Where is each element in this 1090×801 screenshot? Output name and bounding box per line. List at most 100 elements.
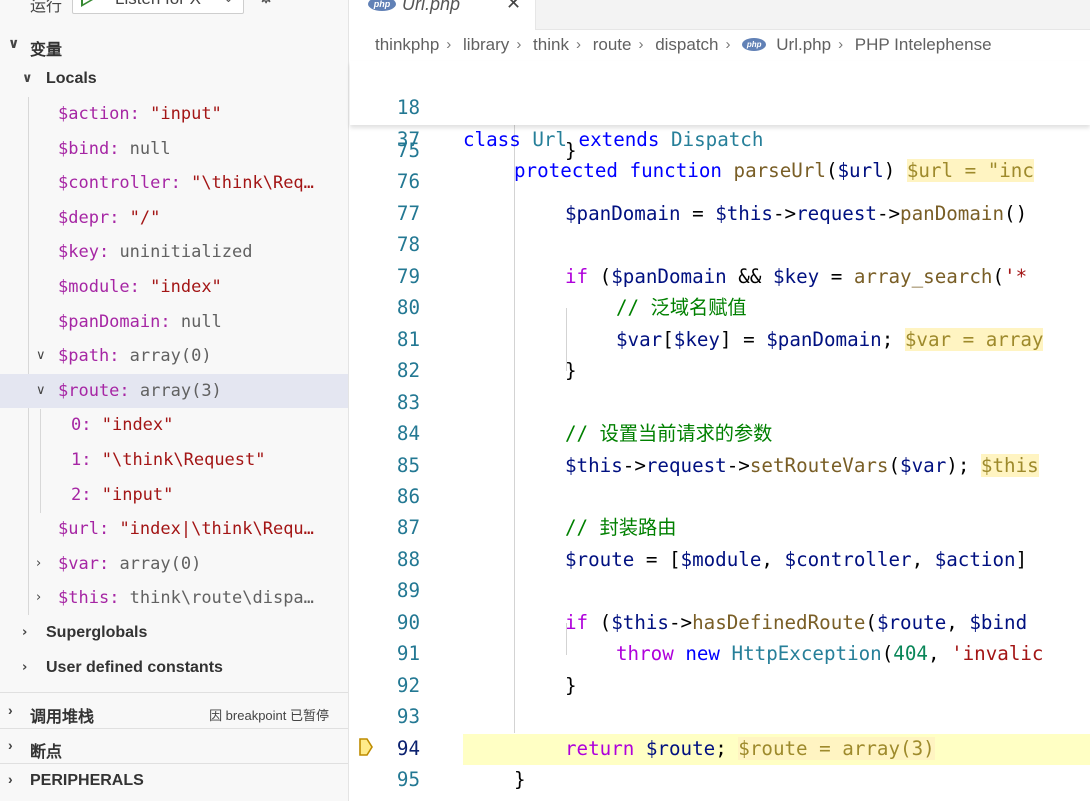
debug-sidebar: 运行 Listen for X ⌄ ⚙ ··· ∨ 变量 ∨ Locals $a…: [0, 0, 349, 801]
breadcrumb-item[interactable]: library: [463, 35, 509, 55]
breadcrumb-item[interactable]: Url.php: [776, 35, 831, 55]
line-number: 80: [396, 296, 420, 320]
variable-row[interactable]: $module: "index": [0, 270, 348, 305]
breadcrumb-item[interactable]: thinkphp: [375, 35, 439, 55]
sticky-line[interactable]: 18 class Url extends Dispatch: [350, 61, 1090, 150]
chevron-right-icon: ›: [8, 771, 13, 787]
line-number: 87: [396, 516, 420, 540]
sticky-scroll-header: 18 class Url extends Dispatch 37 protect…: [350, 61, 1090, 183]
variable-entry: $var: array(0): [58, 553, 202, 574]
breakpoints-section-header[interactable]: › 断点: [0, 730, 348, 764]
code-line[interactable]: 90 if ($this->hasDefinedRoute($route, $bi…: [350, 607, 1090, 638]
code-line[interactable]: 86: [350, 481, 1090, 512]
code-line[interactable]: 92}: [350, 670, 1090, 701]
variable-entry: $depr: "/": [58, 207, 161, 228]
section-divider: [0, 692, 348, 693]
code-line[interactable]: 78: [350, 229, 1090, 260]
breadcrumb-item[interactable]: dispatch: [655, 35, 718, 55]
variable-entry: 1: "\think\Request": [71, 450, 266, 470]
code-line[interactable]: 89: [350, 575, 1090, 606]
code-line[interactable]: 85 $this->request->setRouteVars($var); $t…: [350, 450, 1090, 481]
variable-row[interactable]: 0: "index": [0, 408, 348, 443]
variable-value: array(3): [139, 380, 222, 401]
code-line[interactable]: 79 if ($panDomain && $key = array_search(…: [350, 261, 1090, 292]
breadcrumb-item[interactable]: route: [593, 35, 632, 55]
variable-row[interactable]: › $this: think\route\dispa…: [0, 581, 348, 616]
code-line[interactable]: 81 $var[$key] = $panDomain; $var = array: [350, 324, 1090, 355]
variable-row[interactable]: $key: uninitialized: [0, 235, 348, 270]
chevron-right-icon: ›: [638, 36, 644, 54]
user-constants-scope[interactable]: › User defined constants: [0, 651, 348, 686]
variable-value: array(0): [129, 346, 212, 367]
peripherals-section-header[interactable]: › PERIPHERALS: [0, 764, 348, 798]
variable-entry: $panDomain: null: [58, 311, 222, 332]
variable-entry: $key: uninitialized: [58, 242, 253, 263]
variable-row[interactable]: $depr: "/": [0, 201, 348, 236]
variable-row[interactable]: $bind: null: [0, 132, 348, 167]
code-text: }: [514, 768, 526, 791]
code-line[interactable]: 84 // 设置当前请求的参数: [350, 418, 1090, 449]
variable-name: $this: [58, 588, 110, 609]
section-divider: [0, 728, 348, 729]
gear-icon[interactable]: ⚙: [258, 0, 274, 8]
code-text: throw new HttpException(404, 'invalic: [616, 642, 1044, 666]
breadcrumb-item[interactable]: think: [533, 35, 569, 55]
code-line[interactable]: 77 $panDomain = $this->request->panDomain…: [350, 198, 1090, 229]
editor-tab-bar: php Url.php ✕: [350, 0, 1090, 30]
line-number: 84: [396, 422, 420, 446]
line-number: 92: [396, 673, 420, 697]
variable-row[interactable]: 2: "input": [0, 478, 348, 513]
variable-name: $key: [58, 242, 99, 263]
chevron-right-icon: ›: [725, 36, 731, 54]
chevron-right-icon: ›: [36, 590, 42, 606]
start-debugging-icon[interactable]: [81, 0, 93, 7]
variable-value: "/": [129, 207, 161, 228]
chevron-right-icon: ›: [22, 660, 28, 675]
peripherals-title: PERIPHERALS: [30, 772, 144, 789]
code-line[interactable]: 87 // 封装路由: [350, 512, 1090, 543]
variable-entry: $url: "index|\think\Requ…: [58, 519, 314, 540]
tab-url-php[interactable]: php Url.php ✕: [350, 0, 536, 30]
variables-section-header[interactable]: ∨ 变量: [0, 28, 348, 62]
variable-row[interactable]: $panDomain: null: [0, 305, 348, 340]
code-line[interactable]: 83: [350, 387, 1090, 418]
variable-row[interactable]: ∨ $route: array(3): [0, 373, 348, 409]
variable-row[interactable]: 1: "\think\Request": [0, 443, 348, 478]
sticky-code: class Url extends Dispatch: [463, 127, 764, 151]
breadcrumb-item[interactable]: PHP Intelephense: [855, 35, 992, 55]
close-icon[interactable]: ✕: [506, 0, 521, 14]
variable-row[interactable]: › $var: array(0): [0, 547, 348, 582]
code-line[interactable]: 80 // 泛域名赋值: [350, 292, 1090, 323]
sticky-line[interactable]: 37 protected function parseUrl($url) $ur…: [350, 92, 1090, 183]
superglobals-scope[interactable]: › Superglobals: [0, 616, 348, 651]
locals-scope[interactable]: ∨ Locals: [0, 62, 348, 97]
variable-row[interactable]: ∨ $path: array(0): [0, 339, 348, 374]
code-line[interactable]: 93: [350, 701, 1090, 732]
variable-row[interactable]: $action: "input": [0, 97, 348, 132]
sticky-code: protected function parseUrl($url) $url =…: [514, 159, 1034, 183]
code-line[interactable]: 94 return $route; $route = array(3): [350, 733, 1090, 764]
chevron-right-icon: ›: [22, 625, 28, 640]
variables-title: 变量: [30, 42, 63, 59]
variable-name: $panDomain: [58, 311, 161, 332]
callstack-section-header[interactable]: › 调用堆栈 因 breakpoint 已暂停: [0, 695, 348, 729]
chevron-down-icon[interactable]: ⌄: [223, 0, 234, 6]
chevron-down-icon: ∨: [36, 382, 46, 398]
code-text: $route = [$module, $controller, $action]: [565, 547, 1028, 571]
variable-row[interactable]: $url: "index|\think\Requ…: [0, 512, 348, 547]
variable-value: "index": [101, 415, 174, 436]
code-line[interactable]: 95}: [350, 764, 1090, 795]
code-text: $this->request->setRouteVars($var); $thi…: [565, 453, 1039, 477]
more-icon[interactable]: ···: [300, 0, 318, 5]
line-number: 90: [396, 610, 420, 634]
variable-row[interactable]: $controller: "\think\Req…: [0, 166, 348, 201]
debug-current-position-icon[interactable]: [358, 737, 374, 757]
code-line[interactable]: 91 throw new HttpException(404, 'invalic: [350, 638, 1090, 669]
code-line[interactable]: 82}: [350, 355, 1090, 386]
chevron-down-icon: ∨: [22, 71, 33, 86]
debug-toolbar: 运行 Listen for X ⌄ ⚙ ···: [0, 0, 348, 16]
chevron-down-icon: ∨: [36, 348, 46, 364]
launch-config-select[interactable]: Listen for X ⌄: [72, 0, 244, 14]
code-line[interactable]: 88 $route = [$module, $controller, $actio…: [350, 544, 1090, 575]
variable-entry: $route: array(3): [58, 380, 222, 401]
